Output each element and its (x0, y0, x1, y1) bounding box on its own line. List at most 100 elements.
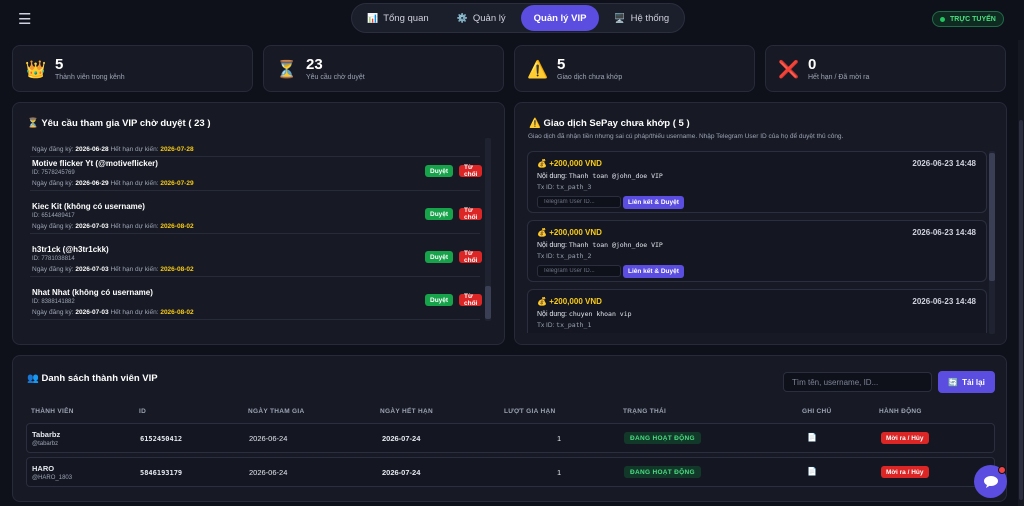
crown-icon: 👑 (25, 60, 47, 79)
transaction-card: 💰 +200,000 VND 2026-06-23 14:48 Nội dung… (527, 151, 987, 213)
telegram-user-id-input[interactable] (537, 265, 621, 277)
transaction-content: Nội dung: chuyen khoan vip (537, 310, 632, 318)
telegram-user-id-input[interactable] (537, 196, 621, 208)
member-id: 6152450412 (140, 435, 183, 443)
panel-title: 👥 Danh sách thành viên VIP (27, 373, 158, 384)
stat-label: Yêu cầu chờ duyệt (306, 74, 365, 81)
column-header: TRẠNG THÁI (623, 408, 667, 415)
panel-title-text: Yêu cầu tham gia VIP chờ duyệt ( 23 ) (41, 118, 211, 129)
transaction-time: 2026-06-23 14:48 (912, 159, 976, 168)
member-joined-date: 2026-06-24 (249, 468, 288, 477)
member-name: Tabarbz (32, 430, 61, 439)
page-scroll-thumb[interactable] (1019, 120, 1023, 500)
tab-label: Quản lý (472, 12, 506, 24)
reject-button[interactable]: Từ chối (459, 164, 483, 178)
panel-title: ⏳ Yêu cầu tham gia VIP chờ duyệt ( 23 ) (27, 118, 211, 129)
transaction-amount: 💰 +200,000 VND (537, 228, 602, 237)
cross-icon: ❌ (778, 60, 800, 79)
requester-name: Kiec Kit (không có username) (32, 202, 145, 211)
member-search-input[interactable] (783, 372, 932, 392)
tab-label: Hệ thống (630, 12, 670, 24)
member-expiry-date: 2026-07-24 (382, 434, 421, 443)
requester-id: ID: 7781038814 (32, 256, 75, 262)
transaction-time: 2026-06-23 14:48 (912, 297, 976, 306)
online-status-badge: TRỰC TUYẾN (932, 11, 1004, 27)
requester-name: Nhat Nhat (không có username) (32, 288, 153, 297)
column-header: NGÀY THAM GIA (248, 408, 305, 415)
status-dot-icon (940, 16, 945, 22)
panel-title-text: Danh sách thành viên VIP (41, 373, 158, 384)
requester-name: h3tr1ck (@h3tr1ckk) (32, 245, 109, 254)
transaction-id: Tx ID: tx_path_2 (537, 252, 592, 260)
note-icon[interactable]: 📄 (807, 433, 817, 442)
member-expiry-date: 2026-07-24 (382, 468, 421, 477)
requester-id: ID: 6514489417 (32, 213, 75, 219)
request-dates: Ngày đăng ký: 2026-07-03 Hết hạn dự kiến… (32, 309, 194, 316)
reject-button[interactable]: Từ chối (459, 207, 483, 221)
panel-description: Giao dịch đã nhận tiền nhưng sai cú pháp… (528, 133, 844, 140)
list-item: Nhat Nhat (không có username) ID: 838814… (30, 279, 483, 320)
member-name: HARO (32, 464, 55, 473)
member-username: @tabarbz (32, 441, 59, 447)
tab-label: Tổng quan (383, 12, 429, 24)
column-header: GHI CHÚ (802, 408, 832, 415)
column-header: LƯỢT GIA HẠN (504, 408, 556, 415)
request-dates: Ngày đăng ký: 2026-07-03 Hết hạn dự kiến… (32, 266, 194, 273)
transaction-list-scroll-thumb[interactable] (989, 153, 995, 281)
members-icon: 👥 (27, 373, 39, 384)
stat-card-pending: ⏳ 23 Yêu cầu chờ duyệt (263, 45, 504, 92)
kick-cancel-button[interactable]: Mời ra / Hủy (881, 432, 929, 444)
request-dates: Ngày đăng ký: 2026-07-03 Hết hạn dự kiến… (32, 223, 194, 230)
chat-bubble-button[interactable] (974, 465, 1007, 498)
tab-label: Quản lý VIP (533, 12, 587, 24)
unmatched-transactions-panel: ⚠️ Giao dịch SePay chưa khớp ( 5 ) Giao … (514, 102, 1007, 345)
chart-icon: 📊 (367, 12, 379, 23)
approve-button[interactable]: Duyệt (425, 294, 454, 306)
transaction-time: 2026-06-23 14:48 (912, 228, 976, 237)
tab-system[interactable]: 🖥️ Hệ thống (601, 5, 682, 31)
stat-card-expired: ❌ 0 Hết hạn / Đã mời ra (765, 45, 1006, 92)
panel-title: ⚠️ Giao dịch SePay chưa khớp ( 5 ) (529, 118, 690, 129)
warning-icon: ⚠️ (529, 118, 541, 129)
table-row: Tabarbz @tabarbz 6152450412 2026-06-24 2… (26, 423, 995, 453)
reject-button[interactable]: Từ chối (459, 293, 483, 307)
warning-icon: ⚠️ (527, 60, 549, 79)
notification-dot-icon (998, 466, 1006, 474)
link-approve-button[interactable]: Liên kết & Duyệt (623, 196, 684, 209)
member-renewals: 1 (557, 434, 562, 443)
request-list[interactable]: Ngày đăng ký: 2026-06-28 Hết hạn dự kiến… (30, 136, 490, 324)
transaction-card: 💰 +200,000 VND 2026-06-23 14:48 Nội dung… (527, 220, 987, 282)
approve-button[interactable]: Duyệt (425, 165, 454, 177)
reject-button[interactable]: Từ chối (459, 250, 483, 264)
top-bar: ☰ 📊 Tổng quan ⚙️ Quản lý Quản lý VIP 🖥️ Hệ … (0, 0, 1024, 40)
hamburger-menu-icon[interactable]: ☰ (18, 12, 31, 27)
approve-button[interactable]: Duyệt (425, 208, 454, 220)
status-label: TRỰC TUYẾN (950, 15, 996, 23)
note-icon[interactable]: 📄 (807, 467, 817, 476)
transaction-id: Tx ID: tx_path_1 (537, 321, 592, 329)
member-id: 5846193179 (140, 469, 183, 477)
vip-members-panel: 👥 Danh sách thành viên VIP 🔄Tải lại THÀN… (12, 355, 1007, 502)
tab-overview[interactable]: 📊 Tổng quan (354, 5, 442, 31)
stat-card-members: 👑 5 Thành viên trong kênh (12, 45, 253, 92)
main-nav: 📊 Tổng quan ⚙️ Quản lý Quản lý VIP 🖥️ Hệ th… (351, 3, 686, 33)
request-list-scroll-thumb[interactable] (485, 286, 491, 319)
stat-label: Thành viên trong kênh (55, 74, 125, 81)
column-header: ID (139, 408, 147, 415)
request-dates: Ngày đăng ký: 2026-06-29 Hết hạn dự kiến… (32, 180, 194, 187)
stat-value: 0 (808, 56, 817, 73)
kick-cancel-button[interactable]: Mời ra / Hủy (881, 466, 929, 478)
tab-management[interactable]: ⚙️ Quản lý (444, 5, 519, 31)
member-joined-date: 2026-06-24 (249, 434, 288, 443)
reload-button[interactable]: 🔄 Tải lại (938, 371, 995, 393)
link-approve-button[interactable]: Liên kết & Duyệt (623, 265, 684, 278)
reload-label: Tải lại (962, 377, 985, 387)
tab-vip-management[interactable]: Quản lý VIP (520, 5, 600, 31)
stat-label: Hết hạn / Đã mời ra (808, 74, 870, 81)
requester-id: ID: 8388141882 (32, 299, 75, 305)
transaction-amount: 💰 +200,000 VND (537, 297, 602, 306)
approve-button[interactable]: Duyệt (425, 251, 454, 263)
table-row: HARO @HARO_1803 5846193179 2026-06-24 20… (26, 457, 995, 487)
column-header: THÀNH VIÊN (31, 408, 74, 415)
stat-value: 5 (557, 56, 566, 73)
